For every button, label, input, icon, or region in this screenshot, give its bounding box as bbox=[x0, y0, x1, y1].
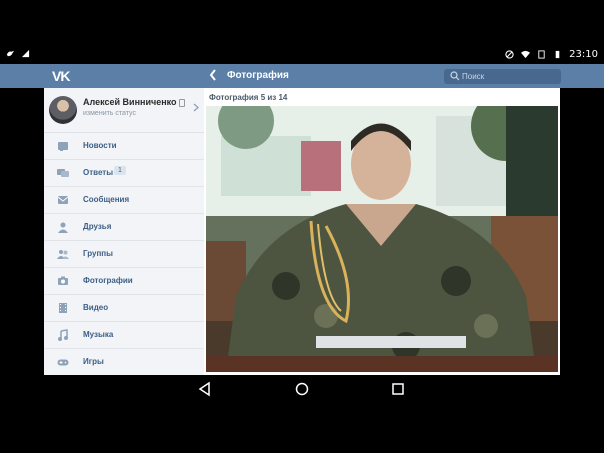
sidebar: Алексей Винниченко изменить статус Новос… bbox=[44, 88, 204, 375]
chevron-left-icon bbox=[209, 69, 216, 81]
sidebar-item-label: Группы bbox=[83, 249, 113, 258]
sidebar-item-label: Игры bbox=[83, 357, 104, 366]
sidebar-item-label: Фотографии bbox=[83, 276, 133, 285]
sidebar-menu: Новости Ответы 1 Сообщения Друзья Группы… bbox=[44, 133, 204, 375]
sidebar-item-messages[interactable]: Сообщения bbox=[44, 187, 204, 214]
sidebar-item-friends[interactable]: Друзья bbox=[44, 214, 204, 241]
photo-counter: Фотография 5 из 14 bbox=[209, 93, 288, 102]
mobile-icon bbox=[178, 98, 185, 107]
music-icon bbox=[58, 329, 68, 341]
back-triangle-icon[interactable] bbox=[196, 380, 214, 398]
home-circle-icon[interactable] bbox=[293, 380, 311, 398]
vk-logo[interactable]: VK bbox=[52, 68, 70, 84]
search-icon bbox=[450, 71, 460, 81]
search-input[interactable] bbox=[462, 70, 552, 82]
sidebar-item-groups[interactable]: Группы bbox=[44, 241, 204, 268]
profile-name: Алексей Винниченко bbox=[83, 97, 177, 107]
replies-icon bbox=[57, 169, 69, 177]
photo-illustration bbox=[206, 106, 558, 372]
chevron-right-icon[interactable] bbox=[193, 103, 200, 115]
app-header: VK Фотография bbox=[0, 64, 604, 88]
messages-icon bbox=[57, 196, 69, 204]
android-nav-bar bbox=[0, 375, 604, 403]
sidebar-item-label: Друзья bbox=[83, 222, 112, 231]
sim-icon bbox=[538, 50, 545, 59]
gamepad-icon bbox=[57, 359, 69, 366]
battery-icon bbox=[555, 50, 560, 59]
sidebar-item-label: Видео bbox=[83, 303, 109, 312]
profile-card[interactable]: Алексей Винниченко изменить статус bbox=[44, 88, 204, 133]
sidebar-item-label: Сообщения bbox=[83, 195, 130, 204]
groups-icon bbox=[57, 250, 69, 259]
profile-name-row: Алексей Винниченко bbox=[83, 97, 185, 107]
recents-square-icon[interactable] bbox=[389, 380, 407, 398]
sidebar-item-label: Музыка bbox=[83, 330, 114, 339]
sidebar-item-music[interactable]: Музыка bbox=[44, 322, 204, 349]
change-status-link[interactable]: изменить статус bbox=[83, 110, 136, 117]
status-bar: 23:10 bbox=[0, 46, 604, 64]
sidebar-item-news[interactable]: Новости bbox=[44, 133, 204, 160]
sidebar-item-label: Ответы bbox=[83, 168, 114, 177]
page-title: Фотография bbox=[227, 70, 289, 81]
sidebar-item-games[interactable]: Игры bbox=[44, 349, 204, 375]
signal-icon bbox=[21, 49, 30, 58]
notification-bird-icon bbox=[6, 50, 15, 57]
back-button[interactable] bbox=[209, 68, 217, 84]
sidebar-item-photos[interactable]: Фотографии bbox=[44, 268, 204, 295]
sidebar-item-video[interactable]: Видео bbox=[44, 295, 204, 322]
camera-icon bbox=[58, 276, 68, 285]
search-box[interactable] bbox=[444, 69, 561, 84]
video-icon bbox=[59, 303, 67, 313]
sidebar-item-replies[interactable]: Ответы 1 bbox=[44, 160, 204, 187]
sidebar-item-label: Новости bbox=[83, 141, 117, 150]
friends-icon bbox=[58, 222, 68, 233]
news-icon bbox=[58, 142, 68, 151]
avatar[interactable] bbox=[49, 96, 77, 124]
portrait-photo[interactable] bbox=[206, 106, 558, 372]
do-not-disturb-icon bbox=[505, 50, 514, 59]
photo-viewer: Фотография 5 из 14 bbox=[204, 88, 560, 375]
clock: 23:10 bbox=[569, 49, 598, 60]
wifi-icon bbox=[521, 50, 531, 59]
replies-count-badge: 1 bbox=[114, 166, 126, 175]
